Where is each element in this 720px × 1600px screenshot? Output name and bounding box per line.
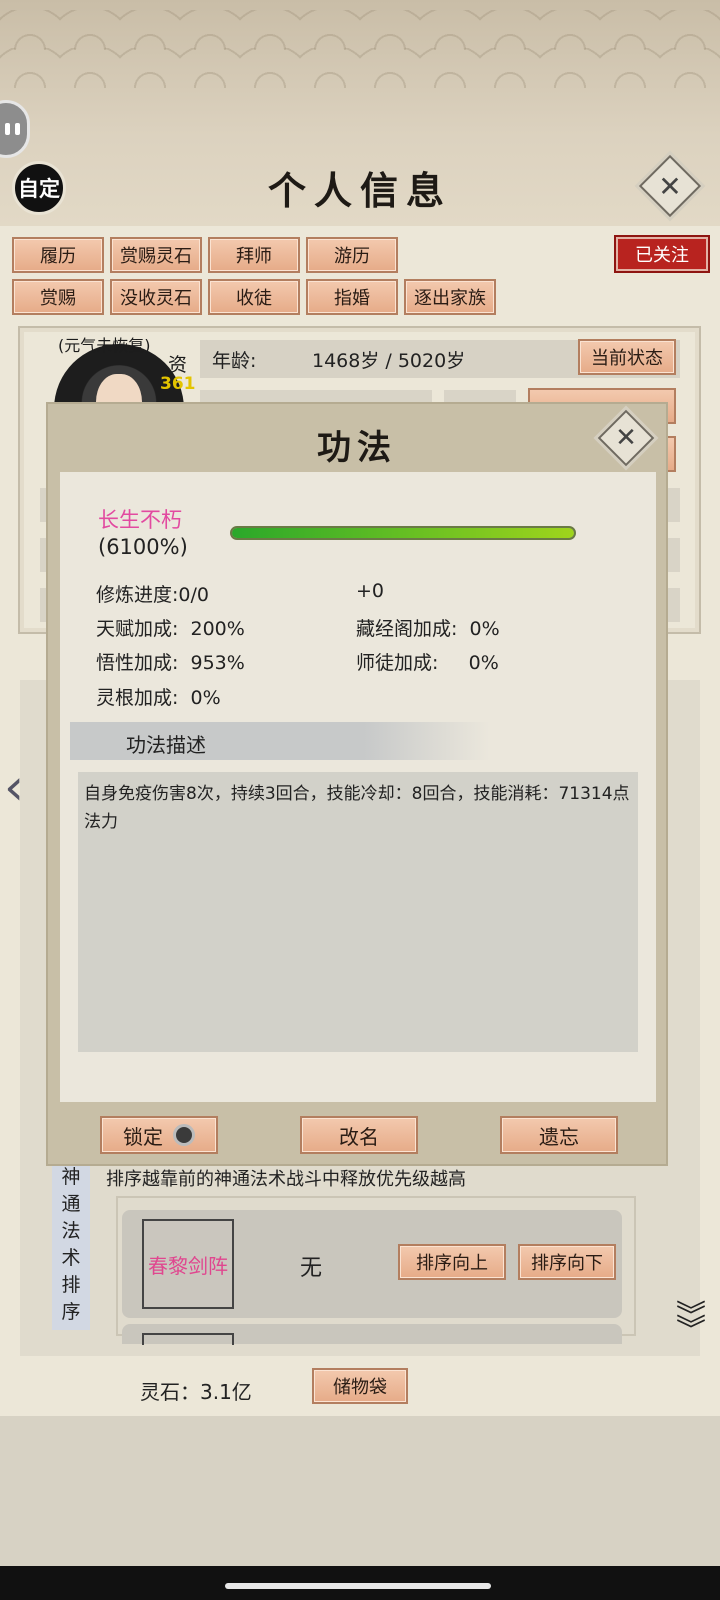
tab-reward[interactable]: 赏赐 — [12, 279, 104, 315]
close-icon: ✕ — [658, 169, 682, 203]
age-value: 1468岁 / 5020岁 — [312, 350, 466, 372]
bottom-area — [0, 1416, 720, 1566]
aptitude-label: 资 — [168, 354, 188, 376]
spirit-root-bonus: 灵根加成: 0% — [96, 687, 221, 709]
progress-fill — [232, 528, 574, 538]
skill-card[interactable] — [142, 1333, 234, 1345]
tab-travel[interactable]: 游历 — [306, 237, 398, 273]
age-label: 年龄: — [212, 350, 257, 372]
comprehension-bonus: 悟性加成: 953% — [96, 652, 245, 674]
cultivation-bonus: +0 — [356, 580, 385, 602]
technique-description: 自身免疫伤害8次，持续3回合，技能冷却：8回合，技能消耗：71314点法力 — [78, 772, 638, 1052]
followed-badge[interactable]: 已关注 — [616, 237, 708, 271]
spirit-stone-count: 灵石：3.1亿 — [140, 1380, 252, 1404]
tab-reward-stones[interactable]: 赏赐灵石 — [110, 237, 202, 273]
cultivation-progress: 修炼进度:0/0 — [96, 584, 209, 606]
close-icon: ✕ — [615, 423, 637, 453]
tab-take-disciple[interactable]: 收徒 — [208, 279, 300, 315]
technique-name: 长生不朽 — [98, 508, 182, 532]
master-bonus: 师徒加成: 0% — [356, 652, 499, 674]
forget-button[interactable]: 遗忘 — [500, 1116, 618, 1154]
skill-slot: 无 — [300, 1256, 323, 1281]
toggle-dot-icon — [173, 1124, 195, 1146]
tab-expel-from-clan[interactable]: 逐出家族 — [404, 279, 496, 315]
home-indicator[interactable] — [225, 1583, 491, 1589]
description-title: 功法描述 — [126, 733, 206, 757]
aptitude-value: 361 — [160, 374, 196, 394]
tab-arrange-marriage[interactable]: 指婚 — [306, 279, 398, 315]
rename-button[interactable]: 改名 — [300, 1116, 418, 1154]
skill-order-note: 排序越靠前的神通法术战斗中释放优先级越高 — [106, 1169, 466, 1190]
tab-confiscate-stones[interactable]: 没收灵石 — [110, 279, 202, 315]
library-bonus: 藏经阁加成: 0% — [356, 618, 500, 640]
lock-label: 锁定 — [123, 1124, 163, 1149]
tab-resume[interactable]: 履历 — [12, 237, 104, 273]
technique-level: (6100%) — [98, 535, 188, 559]
move-down-button[interactable]: 排序向下 — [518, 1244, 616, 1280]
lock-button[interactable]: 锁定 — [100, 1116, 218, 1154]
page-title: 个人信息 — [267, 168, 452, 213]
health-note: (元气未恢复) — [58, 336, 151, 355]
scroll-down-icon[interactable]: ︾ ︾ — [676, 1302, 706, 1346]
move-up-button[interactable]: 排序向上 — [398, 1244, 506, 1280]
technique-progress-bar — [230, 526, 576, 540]
current-status-button[interactable]: 当前状态 — [578, 339, 676, 375]
skill-card[interactable]: 春黎剑阵 — [142, 1219, 234, 1309]
talent-bonus: 天赋加成: 200% — [96, 618, 245, 640]
storage-bag-button[interactable]: 储物袋 — [312, 1368, 408, 1404]
skill-order-vertical-label: 神通 法术 排序 — [52, 1158, 90, 1330]
dialog-title: 功法 — [317, 428, 397, 468]
tab-take-master[interactable]: 拜师 — [208, 237, 300, 273]
